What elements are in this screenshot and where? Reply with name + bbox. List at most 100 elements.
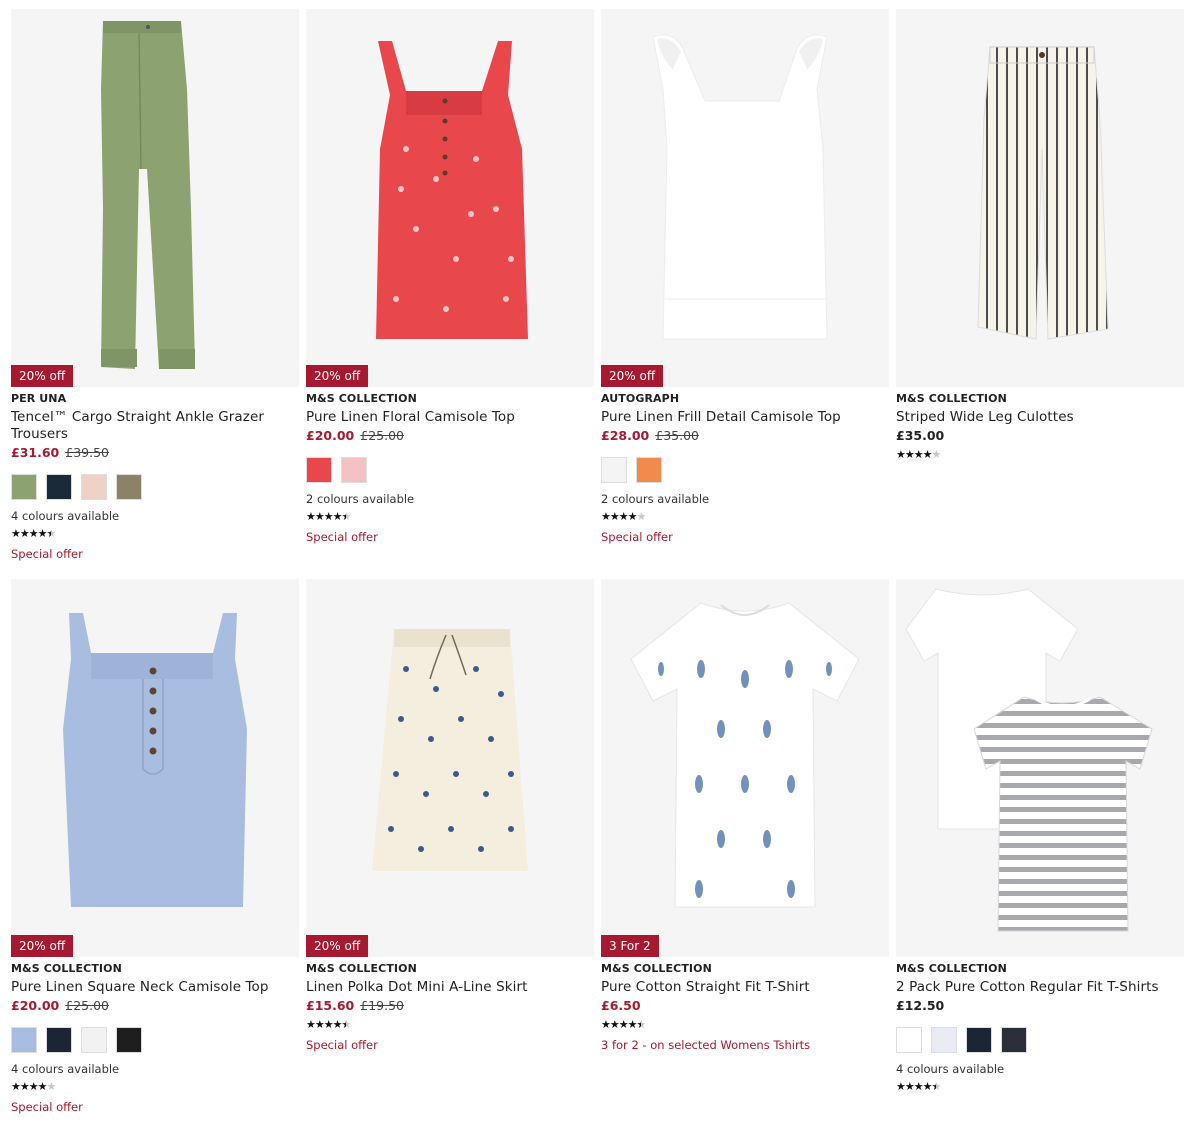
product-card[interactable]: 3 For 2 M&S COLLECTION Pure Cotton Strai… [601, 579, 889, 1128]
colour-swatches [11, 474, 299, 502]
colour-swatch[interactable] [966, 1027, 992, 1053]
special-offer-link[interactable]: Special offer [11, 1100, 299, 1114]
star-icon: ★ [46, 527, 57, 540]
colour-swatch[interactable] [636, 457, 662, 483]
special-offer-link[interactable]: 3 for 2 - on selected Womens Tshirts [601, 1038, 889, 1052]
colour-swatch[interactable] [46, 1027, 72, 1053]
star-icon: ★ [904, 1080, 915, 1093]
cargo-trousers-image [101, 21, 195, 369]
brand-name: M&S COLLECTION [306, 392, 417, 405]
product-title[interactable]: 2 Pack Pure Cotton Regular Fit T-Shirts [896, 979, 1184, 996]
product-title[interactable]: Pure Cotton Straight Fit T-Shirt [601, 979, 889, 996]
product-title[interactable]: Linen Polka Dot Mini A-Line Skirt [306, 979, 594, 996]
current-price: £15.60 [306, 998, 355, 1013]
star-icon: ★ [609, 510, 620, 523]
product-title[interactable]: Pure Linen Square Neck Camisole Top [11, 979, 299, 996]
price-row: £12.50 [896, 998, 1184, 1014]
star-icon: ★ [609, 1018, 620, 1031]
colours-available: 4 colours available [11, 509, 120, 523]
product-image[interactable]: 20% off [11, 9, 299, 387]
product-card[interactable]: 20% off M&S COLLECTION Pure Linen Floral… [306, 9, 594, 579]
price-row: £6.50 [601, 998, 889, 1014]
linen-camisole-image [63, 613, 247, 907]
brand-name: AUTOGRAPH [601, 392, 680, 405]
brand-name: M&S COLLECTION [11, 962, 122, 975]
special-offer-link[interactable]: Special offer [306, 530, 594, 544]
star-icon: ★ [896, 448, 906, 461]
colour-swatch[interactable] [896, 1027, 922, 1053]
product-image[interactable]: 20% off [306, 9, 594, 387]
product-card[interactable]: M&S COLLECTION 2 Pack Pure Cotton Regula… [896, 579, 1184, 1128]
star-icon: ★ [46, 1080, 57, 1093]
special-offer-link[interactable]: Special offer [11, 547, 299, 561]
product-image[interactable] [896, 579, 1184, 957]
colour-swatch[interactable] [81, 474, 107, 500]
colour-swatch[interactable] [306, 457, 332, 483]
product-title[interactable]: Striped Wide Leg Culottes [896, 409, 1184, 426]
star-icon: ★ [306, 1018, 316, 1031]
star-icon: ★ [922, 1080, 933, 1093]
was-price: £39.50 [65, 445, 109, 460]
star-icon: ★ [323, 510, 334, 523]
star-icon: ★ [618, 1018, 629, 1031]
colour-swatch[interactable] [81, 1027, 107, 1053]
star-icon: ★ [931, 448, 942, 461]
star-icon: ★ [28, 1080, 39, 1093]
colour-swatch[interactable] [116, 1027, 142, 1053]
star-icon: ★ [341, 1018, 352, 1031]
star-icon: ★ [913, 448, 924, 461]
current-price: £28.00 [601, 428, 650, 443]
colour-swatch[interactable] [11, 474, 37, 500]
striped-culottes-image [977, 46, 1109, 340]
colour-swatches [896, 1027, 1184, 1055]
star-icon: ★ [618, 510, 629, 523]
colour-swatch[interactable] [116, 474, 142, 500]
star-icon: ★ [19, 527, 30, 540]
star-icon: ★ [636, 1018, 647, 1031]
colour-swatch[interactable] [1001, 1027, 1027, 1053]
product-card[interactable]: 20% off M&S COLLECTION Linen Polka Dot M… [306, 579, 594, 1128]
colour-swatch[interactable] [341, 457, 367, 483]
current-price: £6.50 [601, 998, 641, 1013]
price-row: £28.00 £35.00 [601, 428, 889, 444]
star-icon: ★ [627, 510, 638, 523]
brand-name: M&S COLLECTION [306, 962, 417, 975]
star-rating: ★★★★★ [896, 449, 1184, 461]
colour-swatches [11, 1027, 299, 1055]
was-price: £25.00 [360, 428, 404, 443]
current-price: £35.00 [896, 428, 945, 443]
product-title[interactable]: Pure Linen Frill Detail Camisole Top [601, 409, 889, 426]
colour-swatch[interactable] [11, 1027, 37, 1053]
price-row: £20.00 £25.00 [306, 428, 594, 444]
discount-badge: 20% off [306, 935, 369, 957]
product-image[interactable]: 20% off [11, 579, 299, 957]
product-image[interactable]: 3 For 2 [601, 579, 889, 957]
product-card[interactable]: 20% off AUTOGRAPH Pure Linen Frill Detai… [601, 9, 889, 579]
product-image[interactable]: 20% off [306, 579, 594, 957]
price-row: £31.60 £39.50 [11, 445, 299, 461]
colour-swatches [601, 457, 889, 485]
product-image[interactable] [896, 9, 1184, 387]
star-icon: ★ [323, 1018, 334, 1031]
product-card[interactable]: M&S COLLECTION Striped Wide Leg Culottes… [896, 9, 1184, 579]
price-row: £20.00 £25.00 [11, 998, 299, 1014]
product-card[interactable]: 20% off PER UNA Tencel™ Cargo Straight A… [11, 9, 299, 579]
colour-swatch[interactable] [601, 457, 627, 483]
special-offer-link[interactable]: Special offer [306, 1038, 594, 1052]
star-rating: ★★★★★ [601, 1019, 889, 1031]
star-icon: ★ [28, 527, 39, 540]
current-price: £31.60 [11, 445, 60, 460]
colour-swatch[interactable] [931, 1027, 957, 1053]
product-title[interactable]: Tencel™ Cargo Straight Ankle Grazer Trou… [11, 409, 299, 443]
paisley-tshirt-image [630, 602, 860, 908]
colours-available: 2 colours available [601, 492, 710, 506]
colour-swatch[interactable] [46, 474, 72, 500]
star-rating: ★★★★★ [11, 1081, 299, 1093]
product-card[interactable]: 20% off M&S COLLECTION Pure Linen Square… [11, 579, 299, 1128]
star-rating: ★★★★★ [601, 511, 889, 523]
product-image[interactable]: 20% off [601, 9, 889, 387]
brand-name: PER UNA [11, 392, 67, 405]
product-title[interactable]: Pure Linen Floral Camisole Top [306, 409, 594, 426]
special-offer-link[interactable]: Special offer [601, 530, 889, 544]
star-rating: ★★★★★ [306, 1019, 594, 1031]
